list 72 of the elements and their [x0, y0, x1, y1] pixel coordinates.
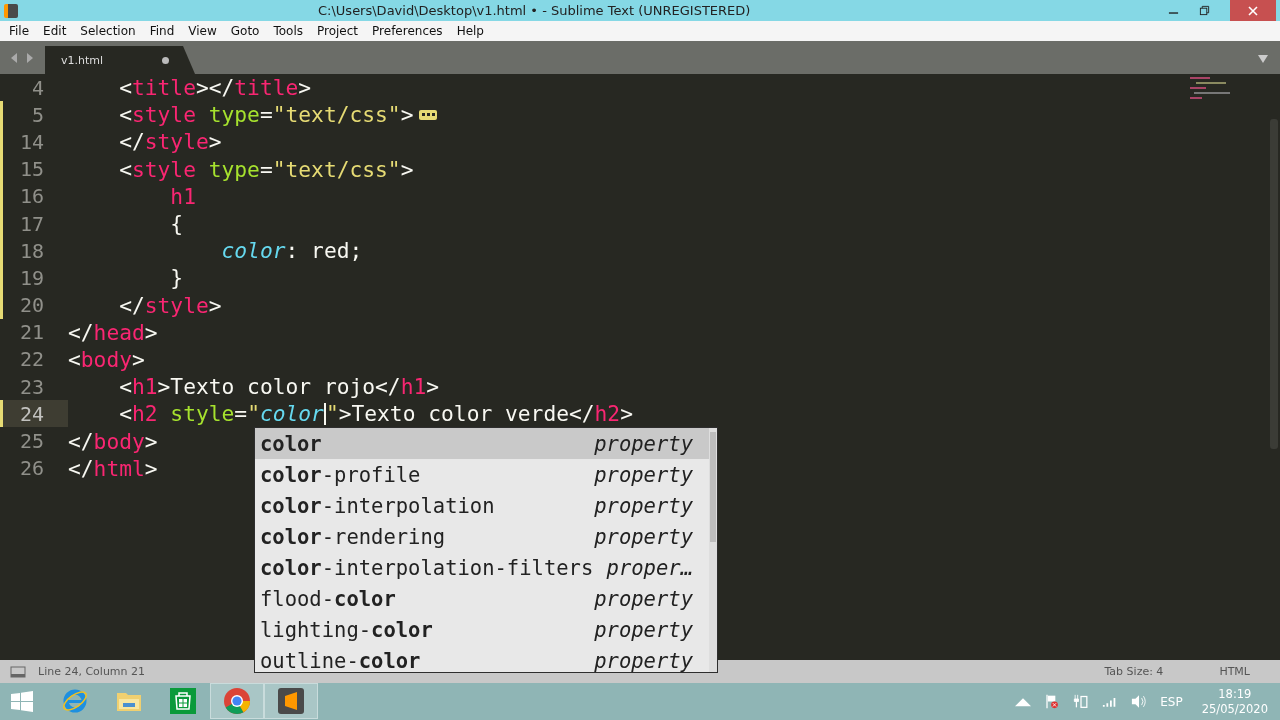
fold-marker-icon[interactable] [419, 109, 438, 120]
menu-item[interactable]: Goto [223, 24, 267, 38]
close-icon [1247, 4, 1259, 17]
line-number: 4 [31, 75, 44, 100]
code-line: color: red; [220, 237, 363, 265]
code-line: h1 [169, 182, 196, 210]
tab-size-indicator[interactable]: Tab Size: 4 [1104, 665, 1164, 678]
code-line: </head> [68, 318, 158, 346]
code-line: </style> [118, 128, 222, 156]
completion-item[interactable]: color-interpolation-filters proper… [255, 552, 709, 583]
unsaved-dot-icon [162, 56, 169, 64]
window-title: C:\Users\David\Desktop\v1.html • - Sublime Text (UNREGISTERED) [318, 3, 752, 18]
taskbar-app-button[interactable] [264, 683, 318, 719]
line-number: 23 [19, 374, 44, 399]
code-line: <h1>Texto color rojo</h1> [118, 373, 440, 401]
line-number: 26 [19, 456, 44, 481]
chrome-icon [223, 687, 251, 715]
code-line: </body> [68, 427, 158, 455]
completion-item[interactable]: color-profile property [255, 459, 709, 490]
line-number: 25 [19, 429, 44, 454]
line-number: 17 [19, 211, 44, 236]
code-line: </style> [118, 291, 222, 319]
editor-s-icon [277, 687, 305, 715]
line-number: 14 [19, 129, 44, 154]
line-number: 18 [19, 238, 44, 263]
line-number: 5 [31, 102, 44, 127]
completion-item[interactable]: lighting-color property [255, 614, 709, 645]
menu-item[interactable]: Selection [73, 24, 143, 38]
taskbar-app-button[interactable] [210, 683, 264, 719]
code-line: <style type="text/css"> [118, 155, 414, 183]
menu-item[interactable]: File [2, 24, 37, 38]
code-line: <body> [68, 345, 145, 373]
syntax-indicator[interactable]: HTML [1219, 665, 1250, 678]
menu-item[interactable]: Project [310, 24, 366, 38]
power-icon[interactable] [1073, 694, 1090, 709]
code-line: <style type="text/css"> [118, 101, 414, 129]
dropdown-icon[interactable] [1258, 55, 1268, 63]
line-number: 20 [19, 293, 44, 318]
line-number: 16 [19, 184, 44, 209]
tab-nav-arrows-icon[interactable] [9, 52, 35, 64]
completion-item[interactable]: outline-color property [255, 645, 709, 676]
code-line: } [169, 264, 184, 292]
line-number: 24 [19, 401, 44, 426]
flag-icon[interactable] [1044, 694, 1061, 709]
restore-icon[interactable] [1199, 5, 1210, 16]
line-number: 15 [19, 157, 44, 182]
close-button[interactable] [1230, 0, 1276, 21]
line-number: 22 [19, 347, 44, 372]
app-logo-icon [4, 3, 18, 18]
completion-item[interactable]: color property [255, 428, 709, 459]
file-tab[interactable]: v1.html [45, 46, 195, 74]
menu-item[interactable]: Tools [266, 24, 310, 38]
completion-item[interactable]: color-rendering property [255, 521, 709, 552]
menu-item[interactable]: Preferences [365, 24, 450, 38]
menu-item[interactable]: View [181, 24, 224, 38]
menu-item[interactable]: Edit [36, 24, 74, 38]
browser-e-icon [61, 687, 89, 715]
menu-item[interactable]: Help [449, 24, 491, 38]
code-line: <h2 style="color">Texto color verde</h2> [118, 400, 633, 428]
code-line: <title></title> [118, 74, 312, 102]
cursor-position: Line 24, Column 21 [38, 665, 146, 678]
line-number: 21 [19, 320, 44, 345]
completion-item[interactable]: flood-color property [255, 583, 709, 614]
panel-icon[interactable] [10, 665, 26, 678]
code-line: </html> [68, 454, 158, 482]
line-number: 19 [19, 265, 44, 290]
completion-item[interactable]: color-interpolation property [255, 490, 709, 521]
code-line: { [169, 210, 184, 238]
start-icon[interactable] [10, 689, 34, 714]
menu-item[interactable]: Find [142, 24, 182, 38]
store-bag-icon [169, 687, 197, 715]
volume-icon[interactable] [1131, 694, 1148, 709]
